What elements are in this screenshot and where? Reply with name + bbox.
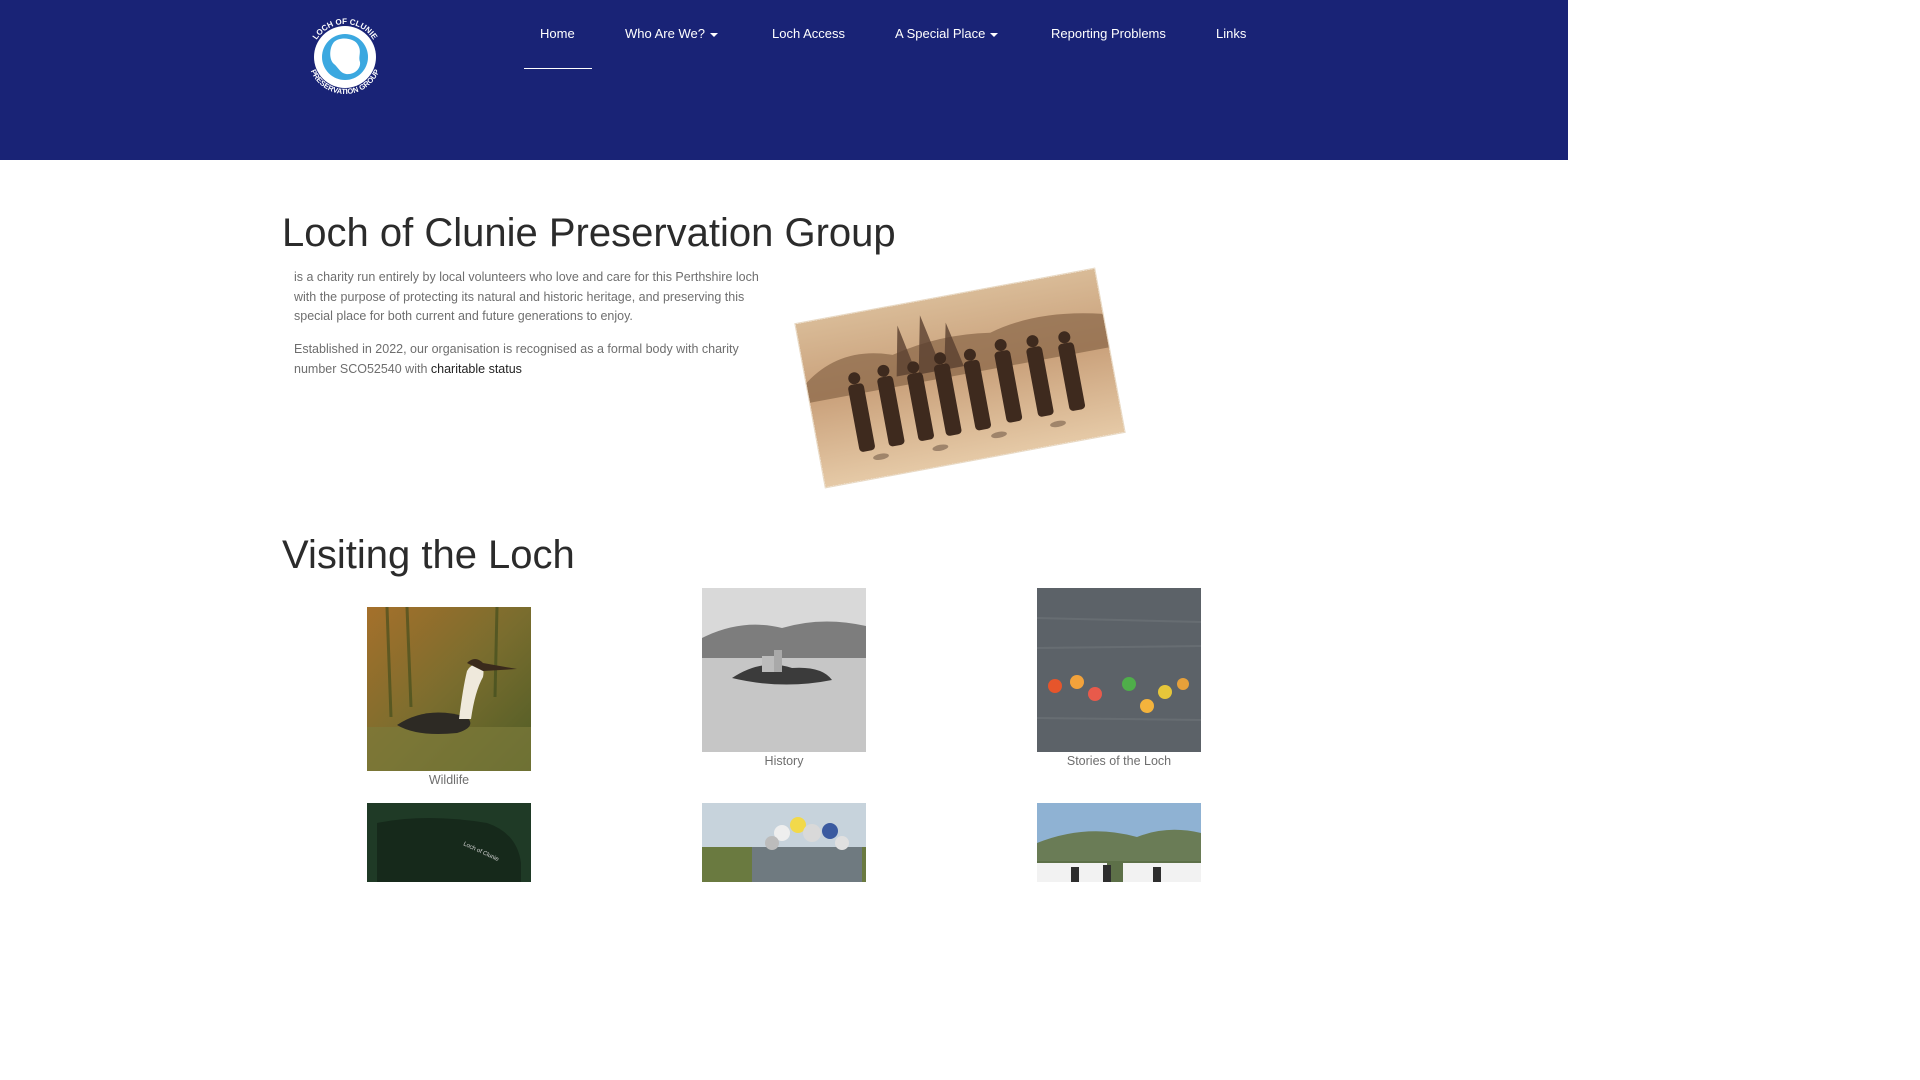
litter-tile[interactable]: [702, 803, 866, 882]
nav-label: Who Are We?: [625, 26, 705, 41]
nav-label: A Special Place: [895, 26, 986, 41]
charitable-status-link[interactable]: charitable status: [431, 362, 522, 376]
nav-label: Loch Access: [772, 26, 845, 41]
history-caption: History: [764, 754, 804, 768]
nav-label: Home: [540, 26, 575, 41]
history-tile[interactable]: [702, 588, 866, 752]
intro-paragraph: is a charity run entirely by local volun…: [294, 270, 759, 323]
historic-curling-photo: [795, 268, 1125, 488]
wildlife-caption: Wildlife: [428, 773, 470, 787]
wildlife-tile[interactable]: [367, 607, 531, 771]
page-title: Loch of Clunie Preservation Group: [282, 211, 896, 255]
section-title-visiting: Visiting the Loch: [282, 533, 575, 577]
page: LOCH OF CLUNIE PRESERVATION GROUP Home W…: [0, 0, 1568, 882]
site-logo[interactable]: LOCH OF CLUNIE PRESERVATION GROUP: [300, 12, 390, 102]
nav-reporting-problems[interactable]: Reporting Problems: [1051, 26, 1166, 42]
nav-label: Links: [1216, 26, 1247, 41]
nav-home[interactable]: Home: [540, 26, 575, 42]
map-tile[interactable]: Loch of Clunie: [367, 803, 531, 882]
charity-paragraph: Established in 2022, our organisation is…: [294, 340, 774, 379]
caret-down-icon: [990, 32, 999, 37]
nav-a-special-place[interactable]: A Special Place: [895, 26, 999, 42]
caret-down-icon: [709, 32, 718, 37]
volunteers-tile[interactable]: [1037, 803, 1201, 882]
nav-links[interactable]: Links: [1216, 26, 1246, 42]
site-header: LOCH OF CLUNIE PRESERVATION GROUP Home W…: [0, 0, 1568, 160]
stories-caption: Stories of the Loch: [1066, 754, 1172, 768]
nav-loch-access[interactable]: Loch Access: [772, 26, 845, 42]
nav-who-are-we[interactable]: Who Are We?: [625, 26, 718, 42]
nav-active-indicator: [524, 68, 592, 69]
stories-tile[interactable]: [1037, 588, 1201, 752]
nav-label: Reporting Problems: [1051, 26, 1166, 41]
